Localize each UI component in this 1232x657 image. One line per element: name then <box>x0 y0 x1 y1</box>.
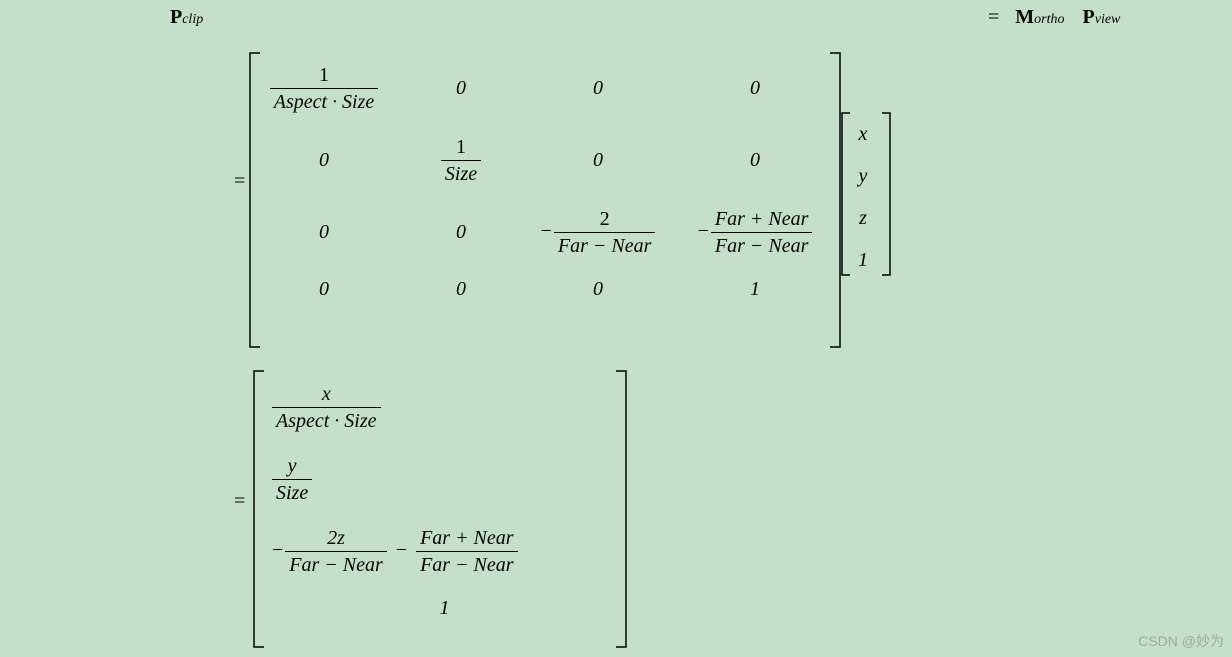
lhs-pclip: Pclip <box>170 6 203 29</box>
r3a: 2z Far − Near <box>285 526 387 577</box>
m11: 1 Aspect · Size <box>270 63 379 114</box>
m32: 0 <box>400 196 522 268</box>
r1: x Aspect · Size <box>272 382 381 433</box>
sym-P: P <box>170 6 182 28</box>
m22: 1 Size <box>441 135 481 186</box>
vz: z <box>850 198 876 238</box>
equals-2: = <box>234 170 245 193</box>
m33: 2 Far − Near <box>554 207 656 258</box>
sym-M: M <box>1015 6 1034 28</box>
matrix-table: 1 Aspect · Size 0 0 0 0 1 Size <box>248 52 836 310</box>
rhs-m-ortho-p-view: = Mortho Pview <box>988 6 1120 29</box>
equals-1: = <box>988 6 999 28</box>
result-vector: x Aspect · Size y Size − 2z Far − Near <box>264 370 625 630</box>
m43: 0 <box>522 268 674 310</box>
m13: 0 <box>522 52 674 124</box>
v1: 1 <box>850 240 876 280</box>
vx: x <box>850 114 876 154</box>
m12: 0 <box>400 52 522 124</box>
m23: 0 <box>522 124 674 196</box>
r3b: Far + Near Far − Near <box>416 526 518 577</box>
m41: 0 <box>248 268 400 310</box>
matrix-M-ortho: 1 Aspect · Size 0 0 0 0 1 Size <box>248 52 836 310</box>
m21: 0 <box>248 124 400 196</box>
r4: 1 <box>266 588 623 628</box>
r2: y Size <box>272 454 312 505</box>
m42: 0 <box>400 268 522 310</box>
m14: 0 <box>674 52 836 124</box>
sub-clip: clip <box>182 12 203 27</box>
m24: 0 <box>674 124 836 196</box>
sub-ortho: ortho <box>1034 12 1064 27</box>
watermark: CSDN @妙为 <box>1138 631 1224 651</box>
vector-right-bracket <box>880 112 892 281</box>
equals-3: = <box>234 490 245 513</box>
equation-figure: Pclip = Mortho Pview = 1 Aspect · Size <box>0 0 1232 657</box>
vy: y <box>850 156 876 196</box>
m44: 1 <box>674 268 836 310</box>
vector-table: x y z 1 <box>848 112 878 282</box>
vector-pview: x y z 1 <box>848 112 878 282</box>
m31: 0 <box>248 196 400 268</box>
m34: Far + Near Far − Near <box>711 207 813 258</box>
sym-P2: P <box>1083 6 1095 28</box>
result-table: x Aspect · Size y Size − 2z Far − Near <box>264 370 625 630</box>
sub-view: view <box>1095 12 1121 27</box>
